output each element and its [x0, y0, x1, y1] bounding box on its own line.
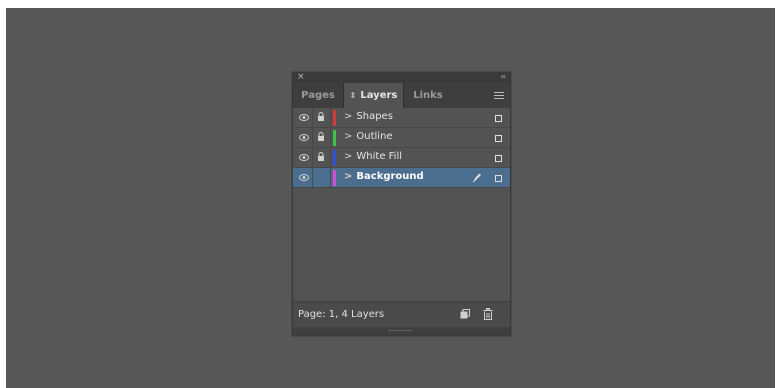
layer-name-label: Background [356, 171, 424, 182]
sort-arrows-icon: ⇕ [349, 91, 357, 100]
layer-color-swatch [333, 170, 336, 186]
layer-name[interactable]: > Shapes [344, 111, 393, 122]
layer-name[interactable]: > Background [344, 171, 424, 182]
new-layer-icon[interactable] [460, 309, 470, 319]
panel-tabs: Pages ⇕ Layers Links [293, 83, 510, 108]
layer-row-shapes[interactable]: > Shapes [293, 108, 510, 128]
tab-links-label: Links [413, 90, 443, 101]
tab-links[interactable]: Links [404, 83, 452, 108]
panel-menu-icon[interactable] [494, 92, 504, 99]
visibility-eye-icon[interactable] [299, 154, 309, 161]
lock-icon[interactable] [317, 152, 325, 162]
lock-icon[interactable] [317, 112, 325, 122]
layer-list: > Shapes > Outline > White Fill > Backgr… [293, 108, 510, 188]
column-divider [330, 148, 331, 167]
layer-color-swatch [333, 110, 336, 126]
layer-name-label: White Fill [356, 151, 403, 162]
lock-icon[interactable] [317, 132, 325, 142]
expand-chevron-icon[interactable]: > [344, 151, 352, 162]
layer-color-swatch [333, 150, 336, 166]
visibility-eye-icon[interactable] [299, 114, 309, 121]
layer-row-white-fill[interactable]: > White Fill [293, 148, 510, 168]
selection-square-icon[interactable] [495, 155, 502, 162]
column-divider [312, 148, 313, 167]
column-divider [330, 168, 331, 187]
visibility-eye-icon[interactable] [299, 174, 309, 181]
column-divider [330, 108, 331, 127]
trash-icon[interactable] [483, 308, 493, 320]
column-divider [312, 128, 313, 147]
selection-square-icon[interactable] [495, 135, 502, 142]
selection-square-icon[interactable] [495, 115, 502, 122]
document-canvas: × ‹‹ Pages ⇕ Layers Links > Shapes > Out… [6, 8, 775, 388]
layer-row-outline[interactable]: > Outline [293, 128, 510, 148]
visibility-eye-icon[interactable] [299, 134, 309, 141]
collapse-icon[interactable]: ‹‹ [501, 71, 507, 83]
layer-name[interactable]: > Outline [344, 131, 393, 142]
selection-square-icon[interactable] [495, 175, 502, 182]
column-divider [330, 128, 331, 147]
status-text: Page: 1, 4 Layers [298, 309, 385, 320]
layer-name[interactable]: > White Fill [344, 151, 402, 162]
layer-name-label: Outline [356, 131, 393, 142]
layer-name-label: Shapes [356, 111, 393, 122]
column-divider [312, 168, 313, 187]
tab-pages[interactable]: Pages [293, 83, 343, 108]
expand-chevron-icon[interactable]: > [344, 111, 352, 122]
expand-chevron-icon[interactable]: > [344, 171, 352, 182]
pen-icon [472, 173, 481, 183]
resize-grip[interactable] [293, 327, 510, 335]
tab-layers-label: Layers [360, 90, 398, 101]
layers-panel: × ‹‹ Pages ⇕ Layers Links > Shapes > Out… [292, 72, 511, 336]
column-divider [312, 108, 313, 127]
expand-chevron-icon[interactable]: > [344, 131, 352, 142]
close-icon[interactable]: × [297, 71, 305, 83]
tab-layers[interactable]: ⇕ Layers [343, 83, 404, 108]
grip-dots [389, 330, 413, 333]
panel-titlebar[interactable]: × ‹‹ [293, 71, 510, 83]
panel-footer: Page: 1, 4 Layers [293, 301, 510, 327]
layer-color-swatch [333, 130, 336, 146]
tab-pages-label: Pages [301, 90, 335, 101]
layer-row-background[interactable]: > Background [293, 168, 510, 188]
